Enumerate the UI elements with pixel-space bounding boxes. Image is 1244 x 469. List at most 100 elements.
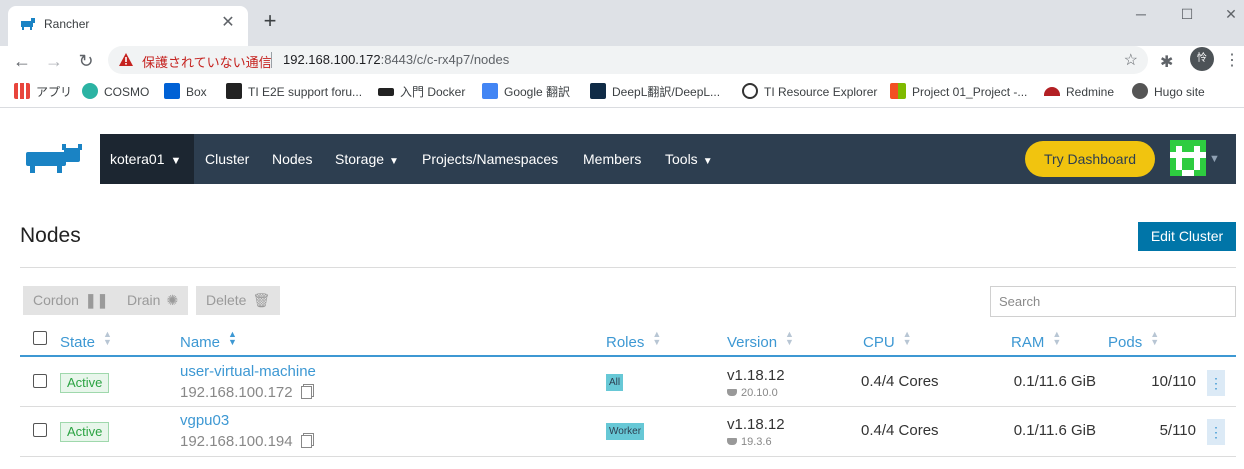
cordon-label: Cordon bbox=[33, 292, 79, 308]
sort-icon: ▲ ▼ bbox=[103, 329, 112, 347]
minimize-icon[interactable]: ─ bbox=[1126, 4, 1156, 24]
nav-members[interactable]: Members bbox=[583, 134, 641, 184]
bookmark-box[interactable]: Box bbox=[164, 82, 207, 102]
bookmark-google-translate[interactable]: Google 翻訳 bbox=[482, 82, 570, 102]
cpu-usage: 0.4/4 Cores bbox=[861, 373, 939, 390]
redmine-icon bbox=[1044, 87, 1060, 96]
url-text: 192.168.100.172:8443/c/c-rx4p7/nodes bbox=[283, 52, 509, 67]
bookmark-label: 入門 Docker bbox=[400, 85, 466, 99]
browser-menu-icon[interactable]: ⋮ bbox=[1224, 50, 1240, 70]
cpu-usage: 0.4/4 Cores bbox=[861, 422, 939, 439]
column-name[interactable]: Name ▲ ▼ bbox=[180, 330, 237, 352]
bookmark-docker[interactable]: 入門 Docker bbox=[378, 82, 465, 102]
node-name-link[interactable]: user-virtual-machine bbox=[180, 363, 316, 380]
column-version[interactable]: Version ▲ ▼ bbox=[727, 330, 794, 352]
sort-icon: ▲ ▼ bbox=[902, 329, 912, 347]
page-title: Nodes bbox=[20, 224, 81, 247]
column-ram[interactable]: RAM ▲ ▼ bbox=[1011, 329, 1062, 352]
bookmark-star-icon[interactable]: ☆ bbox=[1124, 50, 1138, 70]
docker-icon bbox=[727, 438, 737, 445]
bookmark-label: Hugo site bbox=[1154, 85, 1205, 99]
chevron-down-icon: ▼ bbox=[702, 156, 713, 167]
bookmark-redmine[interactable]: Redmine bbox=[1044, 82, 1114, 102]
extensions-puzzle-icon[interactable]: ✱ bbox=[1160, 52, 1173, 72]
copy-icon[interactable] bbox=[300, 386, 312, 399]
browser-tabstrip: Rancher ✕ + ─ ☐ ✕ bbox=[0, 0, 1244, 46]
window-close-icon[interactable]: ✕ bbox=[1216, 4, 1244, 24]
bookmark-ti-resource[interactable]: TI Resource Explorer bbox=[742, 82, 877, 102]
select-all-checkbox[interactable] bbox=[33, 331, 47, 345]
profile-avatar[interactable]: 怜 bbox=[1190, 47, 1214, 71]
bookmark-label: COSMO bbox=[104, 85, 150, 99]
row-checkbox[interactable] bbox=[33, 374, 47, 388]
nav-projects-namespaces[interactable]: Projects/Namespaces bbox=[422, 134, 558, 184]
bookmark-label: Redmine bbox=[1066, 85, 1115, 99]
column-state[interactable]: State ▲ ▼ bbox=[60, 329, 112, 352]
pause-icon: ❚❚ bbox=[84, 292, 109, 308]
cluster-selector[interactable]: kotera01 ▼ bbox=[100, 134, 194, 184]
row-checkbox[interactable] bbox=[33, 423, 47, 437]
cosmo-icon bbox=[82, 83, 98, 99]
nav-storage-label: Storage bbox=[335, 151, 385, 167]
pods-usage: 5/110 bbox=[1159, 422, 1196, 439]
cordon-button[interactable]: Cordon ❚❚ bbox=[23, 286, 119, 315]
column-cpu-label: CPU bbox=[863, 334, 895, 351]
node-ip: 192.168.100.194 bbox=[180, 433, 312, 450]
browser-toolbar: ← → ↻ 保護されていない通信 192.168.100.172:8443/c/… bbox=[0, 46, 1244, 76]
nav-storage[interactable]: Storage ▼ bbox=[335, 134, 399, 184]
pods-usage: 10/110 bbox=[1151, 373, 1196, 390]
bookmark-hugo[interactable]: Hugo site bbox=[1132, 82, 1205, 102]
delete-button[interactable]: Delete 🗑 bbox=[196, 286, 281, 315]
user-avatar[interactable] bbox=[1170, 140, 1206, 176]
bookmark-ti-e2e[interactable]: TI E2E support foru... bbox=[226, 82, 362, 102]
row-actions-kebab-icon[interactable]: ⋮ bbox=[1207, 419, 1225, 445]
bookmark-label: DeepL翻訳/DeepL... bbox=[612, 85, 721, 99]
copy-icon[interactable] bbox=[300, 435, 312, 448]
address-bar[interactable]: 保護されていない通信 192.168.100.172:8443/c/c-rx4p… bbox=[108, 46, 1148, 74]
browser-tab-rancher[interactable]: Rancher ✕ bbox=[8, 6, 248, 46]
node-ip-text: 192.168.100.172 bbox=[180, 384, 293, 401]
node-ip-text: 192.168.100.194 bbox=[180, 433, 293, 450]
column-roles[interactable]: Roles ▲ ▼ bbox=[606, 330, 661, 352]
search-input[interactable] bbox=[990, 286, 1236, 317]
bookmark-label: TI E2E support foru... bbox=[248, 85, 363, 99]
nav-cluster[interactable]: Cluster bbox=[205, 134, 249, 184]
rancher-logo[interactable] bbox=[20, 134, 100, 184]
nav-nodes[interactable]: Nodes bbox=[272, 134, 312, 184]
row-actions-kebab-icon[interactable]: ⋮ bbox=[1207, 370, 1225, 396]
column-name-label: Name bbox=[180, 334, 221, 351]
chevron-down-icon[interactable]: ▼ bbox=[1209, 134, 1220, 184]
rancher-header: kotera01 ▼ Cluster Nodes Storage ▼ Project… bbox=[20, 134, 1236, 184]
edit-cluster-button[interactable]: Edit Cluster bbox=[1138, 222, 1236, 251]
try-dashboard-button[interactable]: Try Dashboard bbox=[1025, 141, 1155, 177]
column-cpu[interactable]: CPU ▲ ▼ bbox=[863, 329, 912, 352]
drain-button[interactable]: Drain ✺ bbox=[117, 286, 189, 315]
maximize-icon[interactable]: ☐ bbox=[1172, 4, 1202, 24]
bookmark-apps[interactable]: アプリ bbox=[14, 82, 72, 102]
security-warning-text[interactable]: 保護されていない通信 bbox=[142, 52, 272, 71]
forward-arrow-icon[interactable]: → bbox=[42, 49, 66, 73]
close-tab-icon[interactable]: ✕ bbox=[218, 13, 238, 33]
bookmark-deepl[interactable]: DeepL翻訳/DeepL... bbox=[590, 82, 720, 102]
bookmark-project01[interactable]: Project 01_Project -... bbox=[890, 82, 1027, 102]
cluster-name: kotera01 bbox=[110, 151, 165, 167]
reload-icon[interactable]: ↻ bbox=[74, 49, 98, 73]
docker-version: 19.3.6 bbox=[727, 436, 772, 448]
delete-label: Delete bbox=[206, 292, 247, 308]
chevron-down-icon: ▼ bbox=[389, 156, 399, 167]
url-path: :8443/c/c-rx4p7/nodes bbox=[380, 52, 510, 67]
status-badge: Active bbox=[60, 422, 110, 442]
column-pods[interactable]: Pods ▲ ▼ bbox=[1108, 330, 1159, 352]
node-name-link[interactable]: vgpu03 bbox=[180, 412, 229, 429]
bookmark-cosmo[interactable]: COSMO bbox=[82, 82, 149, 102]
ram-usage: 0.1/11.6 GiB bbox=[1013, 422, 1096, 439]
new-tab-button[interactable]: + bbox=[258, 10, 282, 34]
back-arrow-icon[interactable]: ← bbox=[10, 49, 34, 73]
bookmark-label: アプリ bbox=[36, 85, 73, 99]
graduation-cap-icon bbox=[378, 88, 394, 96]
sort-icon: ▲ ▼ bbox=[1052, 329, 1062, 347]
nav-tools[interactable]: Tools ▼ bbox=[665, 134, 713, 184]
docker-version-text: 20.10.0 bbox=[741, 387, 778, 399]
divider bbox=[20, 267, 1236, 268]
row-divider bbox=[20, 456, 1236, 457]
